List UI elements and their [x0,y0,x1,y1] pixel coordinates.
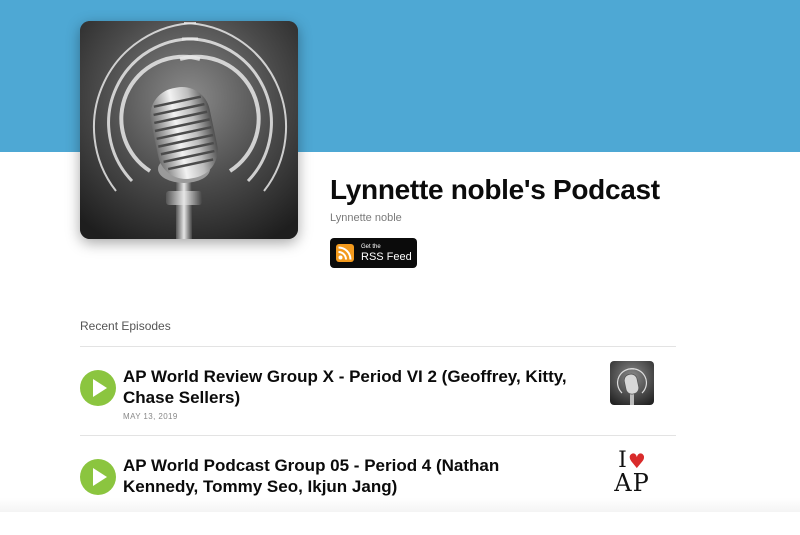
rss-button-small-label: Get the [361,243,381,250]
thumbnail-letters-ap: AP [614,468,650,497]
rss-button-label: RSS Feed [361,250,412,263]
episode-list-item: AP World Review Group X - Period VI 2 (G… [80,361,676,446]
rss-icon [336,244,354,262]
episode-list-item: AP World Podcast Group 05 - Period 4 (Na… [80,449,676,535]
episode-thumbnail[interactable]: I ♥ AP [610,448,654,497]
podcast-title: Lynnette noble's Podcast [330,174,660,205]
play-button[interactable] [80,459,116,495]
heart-icon: ♥ [627,448,646,473]
episode-thumbnail[interactable] [610,361,654,405]
episode-title[interactable]: AP World Review Group X - Period VI 2 (G… [123,366,573,408]
divider [80,346,676,347]
recent-episodes-heading: Recent Episodes [80,319,171,333]
microphone-icon [610,361,654,405]
podcast-cover-art [80,21,298,239]
bottom-edge [0,498,800,512]
episode-date: MAY 13, 2019 [123,412,178,421]
divider [80,435,676,436]
podcast-author: Lynnette noble [330,212,402,224]
microphone-icon [80,21,298,239]
play-button[interactable] [80,370,116,406]
rss-feed-button[interactable]: Get the RSS Feed [330,238,417,268]
episode-title[interactable]: AP World Podcast Group 05 - Period 4 (Na… [123,455,573,497]
